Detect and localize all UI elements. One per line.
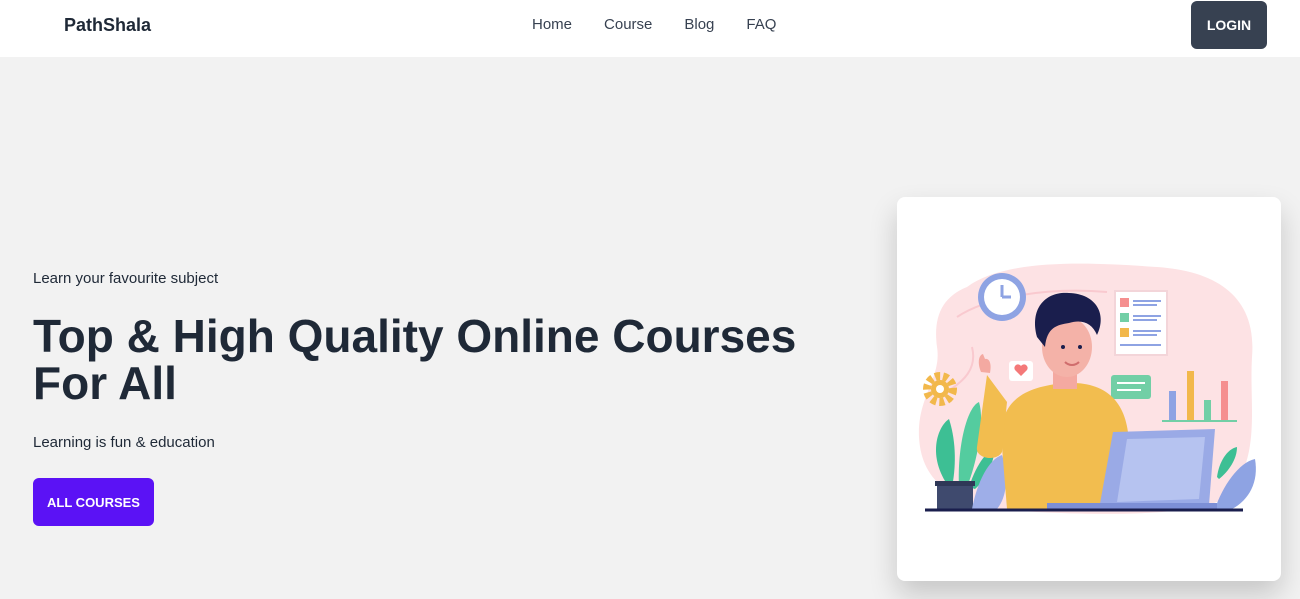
heart-bubble-icon	[1009, 361, 1033, 381]
hero-headline-line2: For All	[33, 357, 177, 409]
nav-links: Home Course Blog FAQ	[532, 16, 776, 33]
nav-link-course[interactable]: Course	[604, 16, 652, 33]
all-courses-button[interactable]: ALL COURSES	[33, 478, 154, 526]
hero-headline: Top & High Quality Online Courses For Al…	[33, 313, 853, 407]
nav-link-faq[interactable]: FAQ	[746, 16, 776, 33]
login-button[interactable]: LOGIN	[1191, 1, 1267, 49]
hero-subline: Learning is fun & education	[33, 434, 215, 451]
hero-headline-line1: Top & High Quality Online Courses	[33, 310, 797, 362]
hero-illustration-card	[897, 197, 1281, 581]
navbar: PathShala Home Course Blog FAQ LOGIN	[0, 0, 1300, 57]
clock-icon	[978, 273, 1026, 321]
chat-bubble-icon	[1111, 375, 1151, 399]
nav-link-home[interactable]: Home	[532, 16, 572, 33]
student-at-laptop-illustration	[918, 263, 1256, 514]
hero-eyebrow: Learn your favourite subject	[33, 270, 219, 287]
hero-section: Learn your favourite subject Top & High …	[33, 270, 853, 526]
nav-link-blog[interactable]: Blog	[684, 16, 714, 33]
checklist-icon	[1114, 290, 1168, 356]
brand-logo[interactable]: PathShala	[64, 15, 151, 36]
